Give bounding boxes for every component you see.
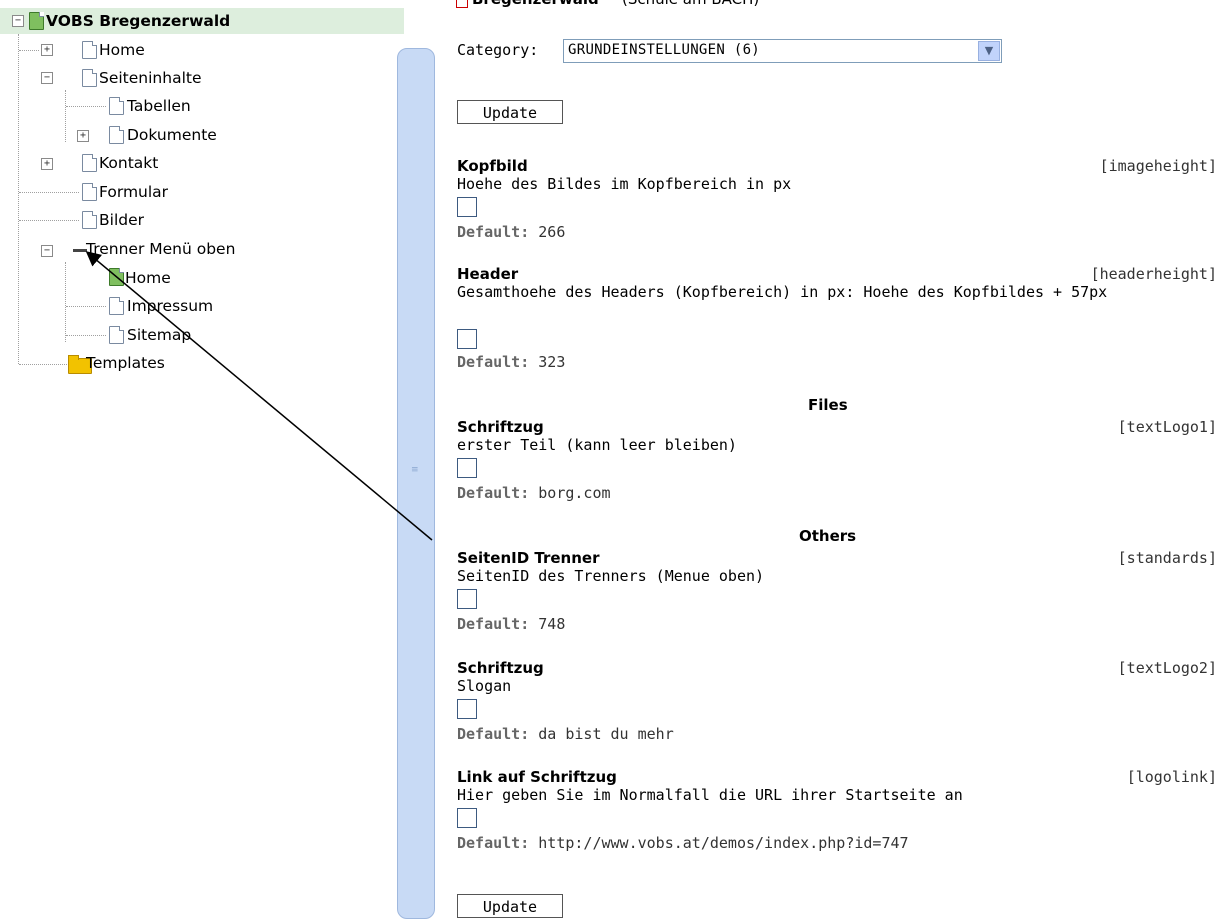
- annotation-arrow: [85, 251, 433, 541]
- arrow-line: [85, 251, 433, 541]
